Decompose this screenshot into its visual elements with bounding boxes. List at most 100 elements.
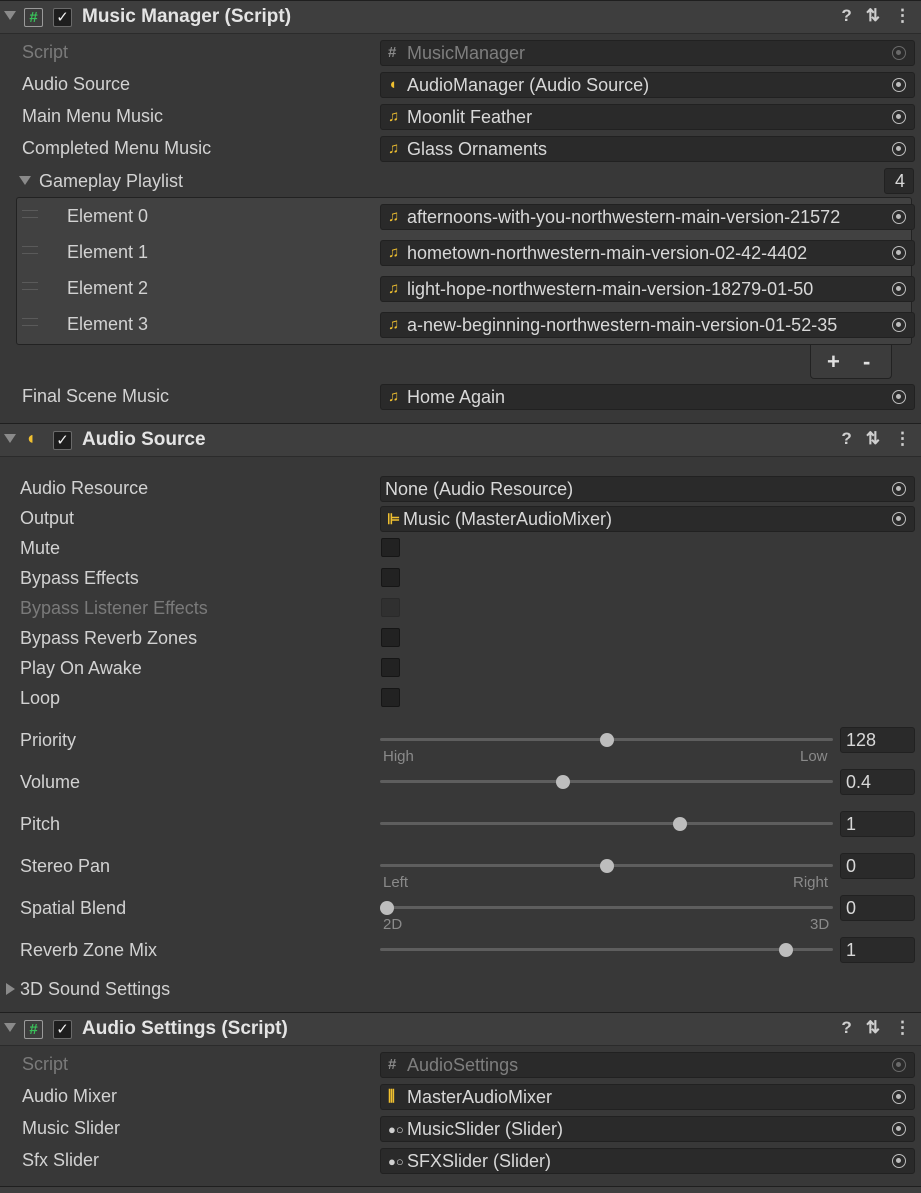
reverb-zone-mix-slider-track[interactable]	[380, 948, 833, 951]
object-picker-icon[interactable]	[892, 390, 906, 404]
drag-handle-icon[interactable]	[22, 282, 38, 290]
priority-min-label: High	[383, 748, 414, 765]
bypass-effects-checkbox[interactable]	[381, 568, 400, 587]
object-picker-icon[interactable]	[892, 246, 906, 260]
reverb-zone-mix-label: Reverb Zone Mix	[20, 940, 158, 960]
object-picker-icon[interactable]	[892, 46, 906, 60]
spatial-blend-slider-track[interactable]	[380, 906, 833, 909]
kebab-menu-icon[interactable]: ⋮	[894, 6, 911, 26]
audio-source-label: Audio Source	[22, 74, 131, 94]
playlist-size-field[interactable]: 4	[884, 168, 914, 194]
play-on-awake-checkbox[interactable]	[381, 658, 400, 677]
volume-label: Volume	[20, 772, 81, 792]
help-icon[interactable]: ?	[841, 6, 851, 26]
playlist-element-field[interactable]: ♫ a-new-beginning-northwestern-main-vers…	[380, 312, 915, 338]
music-note-icon: ♫	[388, 388, 400, 405]
drag-handle-icon[interactable]	[22, 318, 38, 326]
pitch-slider-knob[interactable]	[672, 817, 687, 831]
object-picker-icon[interactable]	[892, 1122, 906, 1136]
object-picker-icon[interactable]	[892, 142, 906, 156]
pitch-value-field[interactable]: 1	[840, 811, 915, 837]
script-field[interactable]: # AudioSettings	[380, 1052, 915, 1078]
audio-settings-enabled-checkbox[interactable]: ✓	[53, 1020, 72, 1039]
stereo-pan-label: Stereo Pan	[20, 856, 111, 876]
play-on-awake-label: Play On Awake	[20, 658, 142, 678]
pitch-label: Pitch	[20, 814, 61, 834]
component-title: Music Manager (Script)	[82, 6, 292, 27]
music-slider-field[interactable]: ●○ MusicSlider (Slider)	[380, 1116, 915, 1142]
reverb-zone-mix-value-field[interactable]: 1	[840, 937, 915, 963]
mixer-group-icon: ⊫	[387, 511, 401, 528]
audio-source-field[interactable]: ◖ AudioManager (Audio Source)	[380, 72, 915, 98]
fold-down-icon[interactable]	[4, 11, 16, 20]
slider-icon: ●○	[388, 1154, 404, 1169]
stereo-pan-slider-knob[interactable]	[599, 859, 614, 873]
bypass-reverb-zones-checkbox[interactable]	[381, 628, 400, 647]
music-note-icon: ♫	[388, 208, 400, 225]
fold-right-icon[interactable]	[6, 983, 15, 995]
help-icon[interactable]: ?	[841, 429, 851, 449]
volume-slider-knob[interactable]	[555, 775, 570, 789]
fold-down-icon[interactable]	[4, 1023, 16, 1032]
object-picker-icon[interactable]	[892, 1090, 906, 1104]
script-label: Script	[22, 42, 69, 62]
object-picker-icon[interactable]	[892, 110, 906, 124]
drag-handle-icon[interactable]	[22, 210, 38, 218]
presets-icon[interactable]: ⇅	[866, 429, 880, 449]
audio-source-header[interactable]: ◖ ✓ Audio Source ? ⇅ ⋮	[0, 423, 921, 457]
loop-checkbox[interactable]	[381, 688, 400, 707]
stereo-pan-value-field[interactable]: 0	[840, 853, 915, 879]
drag-handle-icon[interactable]	[22, 246, 38, 254]
help-icon[interactable]: ?	[841, 1018, 851, 1038]
final-scene-music-field[interactable]: ♫ Home Again	[380, 384, 915, 410]
reverb-zone-mix-slider-knob[interactable]	[779, 943, 794, 957]
audio-mixer-field[interactable]: ⫼ MasterAudioMixer	[380, 1084, 915, 1110]
audio-resource-label: Audio Resource	[20, 478, 149, 498]
object-picker-icon[interactable]	[892, 1154, 906, 1168]
object-picker-icon[interactable]	[892, 318, 906, 332]
volume-slider-track[interactable]	[380, 780, 833, 783]
playlist-element-field[interactable]: ♫ afternoons-with-you-northwestern-main-…	[380, 204, 915, 230]
music-note-icon: ♫	[388, 108, 400, 125]
music-manager-enabled-checkbox[interactable]: ✓	[53, 8, 72, 27]
playlist-element-field[interactable]: ♫ light-hope-northwestern-main-version-1…	[380, 276, 915, 302]
output-field[interactable]: ⊫ Music (MasterAudioMixer)	[380, 506, 915, 532]
kebab-menu-icon[interactable]: ⋮	[894, 429, 911, 449]
music-manager-header[interactable]: # ✓ Music Manager (Script) ? ⇅ ⋮	[0, 0, 921, 34]
completed-menu-music-field[interactable]: ♫ Glass Ornaments	[380, 136, 915, 162]
presets-icon[interactable]: ⇅	[866, 6, 880, 26]
audio-source-enabled-checkbox[interactable]: ✓	[53, 431, 72, 450]
gameplay-playlist-label[interactable]: Gameplay Playlist	[39, 171, 183, 192]
main-menu-music-field[interactable]: ♫ Moonlit Feather	[380, 104, 915, 130]
priority-value-field[interactable]: 128	[840, 727, 915, 753]
stereo-max-label: Right	[793, 874, 829, 891]
priority-slider-knob[interactable]	[599, 733, 614, 747]
music-note-icon: ♫	[388, 316, 400, 333]
add-element-button[interactable]: +	[827, 349, 840, 375]
object-picker-icon[interactable]	[892, 210, 906, 224]
object-picker-icon[interactable]	[892, 512, 906, 526]
pitch-slider-track[interactable]	[380, 822, 833, 825]
priority-label: Priority	[20, 730, 77, 750]
playlist-element-field[interactable]: ♫ hometown-northwestern-main-version-02-…	[380, 240, 915, 266]
audio-settings-header[interactable]: # ✓ Audio Settings (Script) ? ⇅ ⋮	[0, 1012, 921, 1046]
spatial-max-label: 3D	[810, 916, 830, 933]
object-picker-icon[interactable]	[892, 282, 906, 296]
fold-down-icon[interactable]	[4, 434, 16, 443]
remove-element-button[interactable]: -	[863, 349, 870, 375]
audio-resource-field[interactable]: None (Audio Resource)	[380, 476, 915, 502]
spatial-blend-slider-knob[interactable]	[380, 901, 394, 915]
spatial-blend-value-field[interactable]: 0	[840, 895, 915, 921]
object-picker-icon[interactable]	[892, 1058, 906, 1072]
spatial-blend-label: Spatial Blend	[20, 898, 127, 918]
mute-checkbox[interactable]	[381, 538, 400, 557]
3d-sound-settings-foldout[interactable]: 3D Sound Settings	[20, 979, 170, 1000]
presets-icon[interactable]: ⇅	[866, 1018, 880, 1038]
script-field[interactable]: # MusicManager	[380, 40, 915, 66]
object-picker-icon[interactable]	[892, 482, 906, 496]
playlist-fold-icon[interactable]	[19, 176, 31, 185]
kebab-menu-icon[interactable]: ⋮	[894, 1018, 911, 1038]
volume-value-field[interactable]: 0.4	[840, 769, 915, 795]
object-picker-icon[interactable]	[892, 78, 906, 92]
sfx-slider-field[interactable]: ●○ SFXSlider (Slider)	[380, 1148, 915, 1174]
